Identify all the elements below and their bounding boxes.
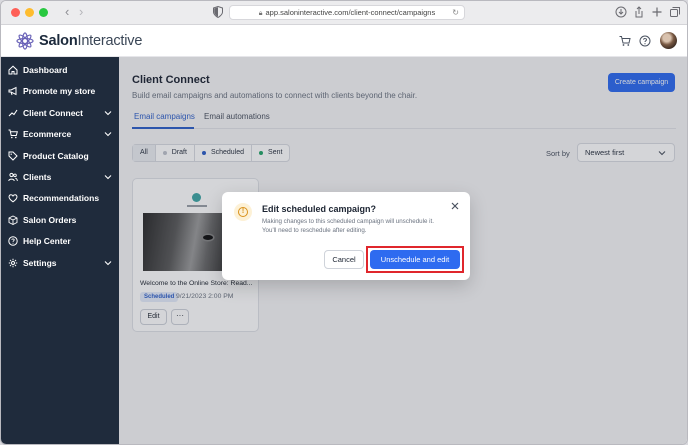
box-icon: [8, 215, 18, 225]
url-text: app.saloninteractive.com/client-connect/…: [265, 8, 436, 17]
brand-name-light: Interactive: [77, 33, 143, 49]
tag-icon: [8, 151, 18, 161]
sidebar-item-label: Help Center: [23, 236, 71, 246]
forward-arrow-icon[interactable]: ›: [79, 4, 83, 19]
sidebar-item-label: Clients: [23, 172, 52, 182]
lock-icon: 🔒︎: [258, 10, 263, 17]
cancel-button[interactable]: Cancel: [324, 250, 364, 269]
sidebar-item-label: Product Catalog: [23, 151, 89, 161]
sidebar-item-client-connect[interactable]: Client Connect: [1, 104, 119, 124]
tab-overview-icon[interactable]: [669, 6, 681, 18]
new-tab-icon[interactable]: [651, 6, 663, 18]
sidebar-item-help-center[interactable]: Help Center: [1, 232, 119, 252]
heart-icon: [8, 194, 18, 203]
dialog-title: Edit scheduled campaign?: [262, 204, 377, 214]
app-header: SalonInteractive: [1, 25, 687, 57]
warning-symbol: !: [238, 207, 248, 217]
sidebar-item-label: Dashboard: [23, 65, 68, 75]
privacy-shield-icon[interactable]: [213, 6, 223, 18]
close-window-button[interactable]: [11, 8, 20, 17]
help-icon: [8, 236, 18, 246]
unschedule-and-edit-button[interactable]: Unschedule and edit: [370, 250, 460, 269]
brand-name-bold: Salon: [39, 33, 78, 49]
sidebar-item-label: Ecommerce: [23, 129, 72, 139]
minimize-window-button[interactable]: [25, 8, 34, 17]
chevron-down-icon: [104, 175, 112, 180]
sidebar-item-clients[interactable]: Clients: [1, 168, 119, 188]
sidebar-item-dashboard[interactable]: Dashboard: [1, 61, 119, 81]
sidebar-item-ecommerce[interactable]: Ecommerce: [1, 125, 119, 145]
chevron-down-icon: [104, 132, 112, 137]
sidebar-item-label: Promote my store: [23, 86, 96, 96]
home-icon: [8, 65, 18, 75]
download-icon[interactable]: [615, 6, 627, 18]
sidebar-item-promote-my-store[interactable]: Promote my store: [1, 82, 119, 102]
sidebar-item-product-catalog[interactable]: Product Catalog: [1, 147, 119, 167]
reload-icon[interactable]: ↻: [452, 6, 459, 19]
user-avatar[interactable]: [660, 32, 677, 49]
help-icon[interactable]: [639, 35, 651, 47]
users-icon: [8, 172, 18, 182]
cart-icon[interactable]: [619, 35, 631, 47]
sidebar-item-label: Recommendations: [23, 193, 100, 203]
back-arrow-icon[interactable]: ‹: [65, 4, 69, 19]
cart-icon: [8, 129, 18, 139]
salon-interactive-logo-icon[interactable]: [15, 31, 35, 51]
chevron-down-icon: [104, 261, 112, 266]
dialog-body: Making changes to this scheduled campaig…: [262, 218, 434, 234]
address-bar[interactable]: 🔒︎ app.saloninteractive.com/client-connec…: [229, 5, 465, 20]
brand-name[interactable]: SalonInteractive: [39, 33, 142, 49]
megaphone-icon: [8, 86, 17, 96]
edit-scheduled-campaign-dialog: ! Edit scheduled campaign? Making change…: [222, 192, 470, 280]
sidebar-item-label: Client Connect: [23, 108, 83, 118]
share-icon[interactable]: [633, 6, 645, 18]
chevron-down-icon: [104, 111, 112, 116]
sidebar-item-settings[interactable]: Settings: [1, 254, 119, 274]
warning-icon: !: [234, 203, 252, 221]
sidebar-item-salon-orders[interactable]: Salon Orders: [1, 211, 119, 231]
sidebar-item-label: Salon Orders: [23, 215, 77, 225]
sidebar-item-recommendations[interactable]: Recommendations: [1, 189, 119, 209]
sidebar-item-label: Settings: [23, 258, 57, 268]
sidebar: Dashboard Promote my store Client Connec…: [1, 57, 119, 444]
browser-window: ‹ › 🔒︎ app.saloninteractive.com/client-co…: [0, 0, 688, 445]
gear-icon: [8, 258, 18, 268]
trend-icon: [8, 109, 18, 117]
browser-toolbar: ‹ › 🔒︎ app.saloninteractive.com/client-co…: [1, 1, 687, 25]
maximize-window-button[interactable]: [39, 8, 48, 17]
close-icon[interactable]: [450, 201, 460, 211]
